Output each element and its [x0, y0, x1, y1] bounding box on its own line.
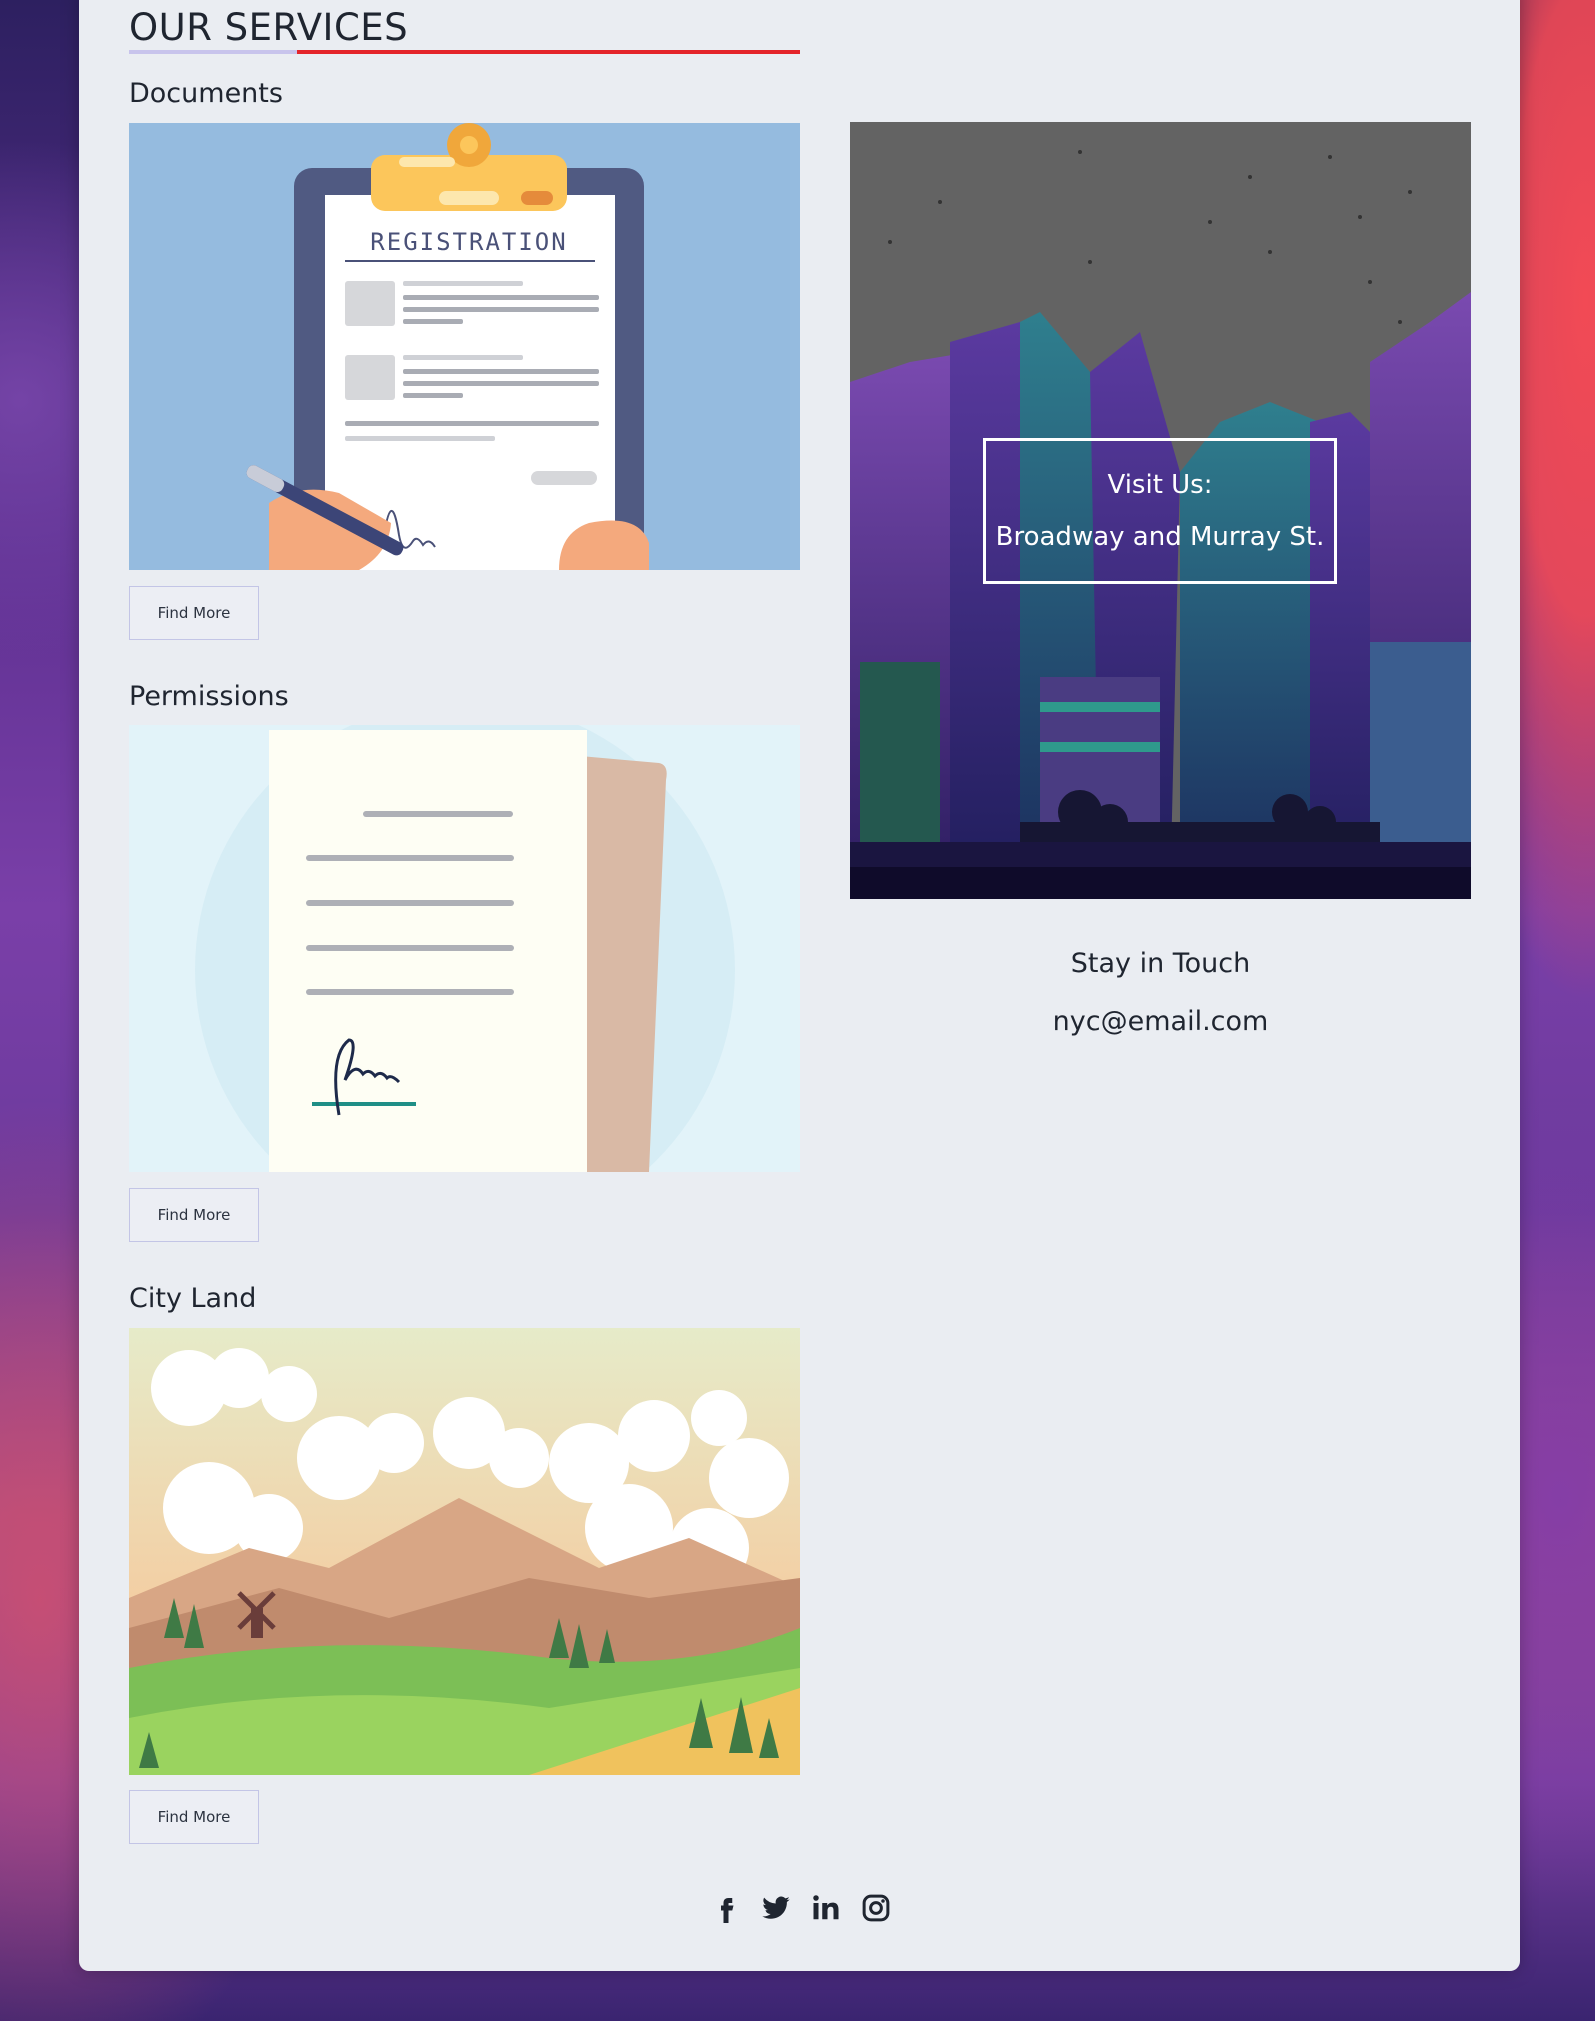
- permissions-find-more-button[interactable]: Find More: [129, 1188, 259, 1242]
- twitter-icon[interactable]: [760, 1891, 792, 1925]
- visit-us-box: Visit Us: Broadway and Murray St.: [983, 438, 1337, 584]
- documents-find-more-button[interactable]: Find More: [129, 586, 259, 640]
- documents-image: REGISTRATION: [129, 123, 800, 570]
- title-underline-red: [297, 50, 800, 54]
- section-title: OUR SERVICES: [129, 6, 409, 49]
- visit-label: Visit Us:: [1107, 470, 1213, 500]
- registration-heading-text: REGISTRATION: [370, 228, 567, 256]
- title-underline-light: [129, 50, 297, 54]
- stay-in-touch-heading: Stay in Touch: [1070, 948, 1251, 979]
- city-land-image: [129, 1328, 800, 1775]
- service-title-documents: Documents: [129, 78, 283, 109]
- contact-email-link[interactable]: nyc@email.com: [850, 1006, 1471, 1037]
- linkedin-icon[interactable]: [810, 1891, 842, 1925]
- instagram-icon[interactable]: [860, 1891, 892, 1925]
- facebook-icon[interactable]: [710, 1891, 742, 1925]
- service-title-permissions: Permissions: [129, 681, 289, 712]
- permissions-image: [129, 725, 800, 1172]
- visit-address: Broadway and Murray St.: [995, 522, 1325, 552]
- service-title-city-land: City Land: [129, 1283, 257, 1314]
- city-land-find-more-button[interactable]: Find More: [129, 1790, 259, 1844]
- social-links: [710, 1891, 892, 1925]
